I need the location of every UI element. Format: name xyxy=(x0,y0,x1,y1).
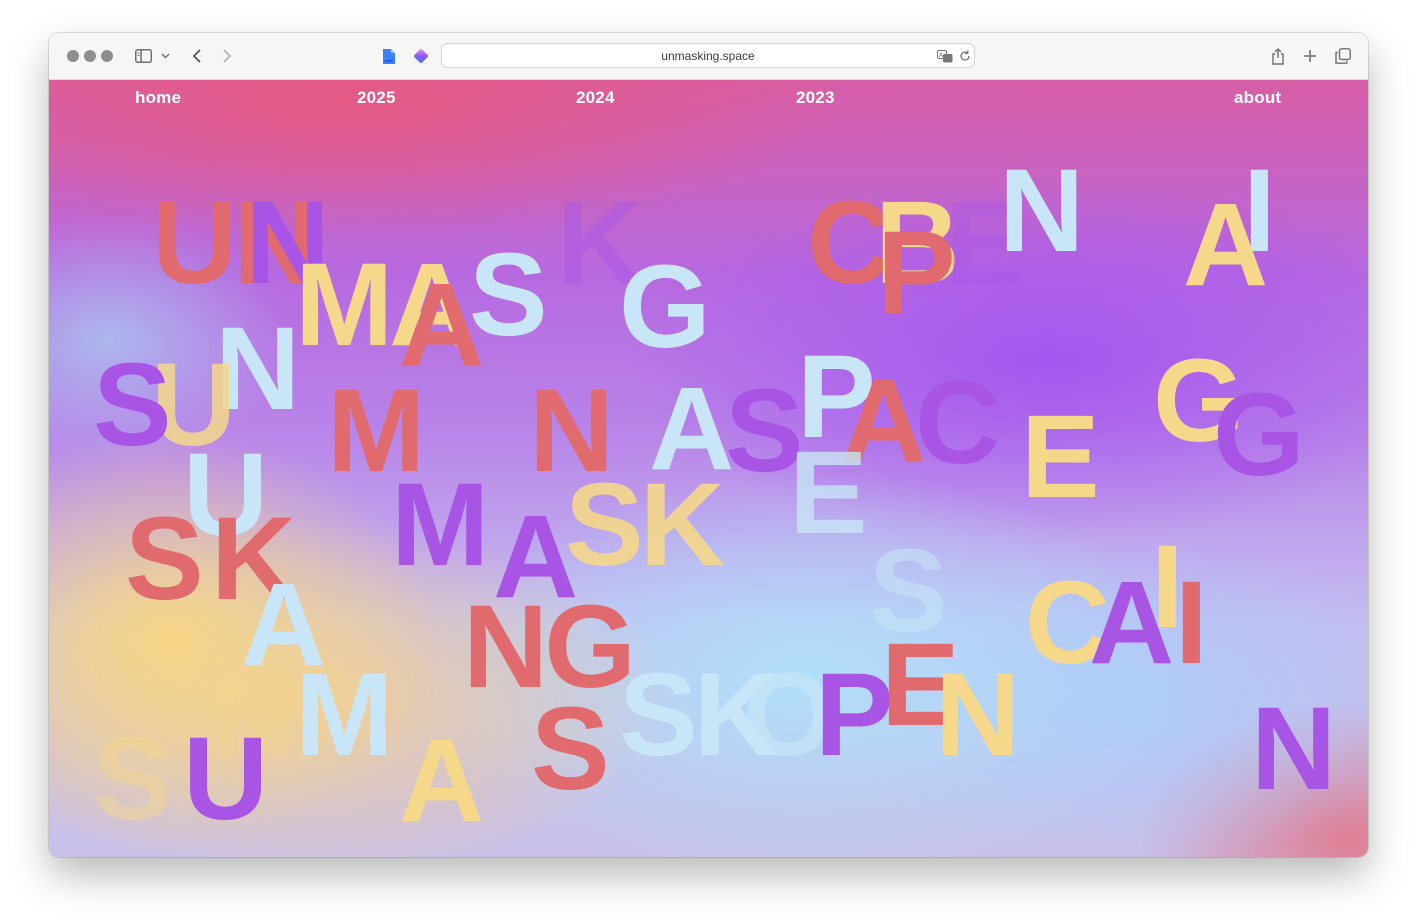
floating-letter: M xyxy=(295,649,393,781)
floating-letter: S xyxy=(93,713,172,845)
nav-2023-link[interactable]: 2023 xyxy=(796,88,835,108)
zoom-window-icon[interactable] xyxy=(101,50,113,62)
chevron-down-icon[interactable] xyxy=(159,44,171,68)
floating-letter: M xyxy=(391,459,489,591)
minimize-window-icon[interactable] xyxy=(84,50,96,62)
floating-letter: G xyxy=(1213,369,1305,501)
floating-letter: S xyxy=(469,229,548,361)
floating-letter: U xyxy=(183,713,268,845)
new-tab-icon[interactable] xyxy=(1300,44,1320,68)
document-icon[interactable] xyxy=(380,44,398,68)
url-text: unmasking.space xyxy=(661,49,755,63)
floating-letter: N xyxy=(999,145,1084,277)
floating-letter: SK xyxy=(565,459,725,591)
browser-window: unmasking.space A home 2025 2024 2023 ab… xyxy=(49,33,1368,857)
floating-letter: I xyxy=(1175,557,1208,689)
nav-2025-link[interactable]: 2025 xyxy=(357,88,396,108)
floating-letter: I xyxy=(1243,145,1276,277)
floating-letter: P xyxy=(877,207,956,339)
floating-letter: P xyxy=(815,649,894,781)
floating-letter: S xyxy=(531,683,610,815)
floating-letter: S xyxy=(125,493,204,625)
floating-letter: A xyxy=(399,715,484,847)
floating-letter: N xyxy=(1251,683,1336,815)
floating-letter: S xyxy=(93,339,172,471)
floating-letter: E xyxy=(789,427,868,559)
tabs-overview-icon[interactable] xyxy=(1333,44,1353,68)
close-window-icon[interactable] xyxy=(67,50,79,62)
reload-icon[interactable] xyxy=(957,46,973,66)
forward-icon[interactable] xyxy=(218,44,236,68)
nav-2024-link[interactable]: 2024 xyxy=(576,88,615,108)
address-bar[interactable]: unmasking.space A xyxy=(441,43,975,68)
floating-letter: N xyxy=(935,649,1020,781)
share-icon[interactable] xyxy=(1268,44,1288,68)
back-icon[interactable] xyxy=(188,44,206,68)
translate-icon[interactable]: A xyxy=(936,46,954,66)
floating-letter: G xyxy=(619,241,711,373)
browser-toolbar: unmasking.space A xyxy=(49,33,1368,80)
nav-about-link[interactable]: about xyxy=(1234,88,1281,108)
floating-letter: E xyxy=(1021,391,1100,523)
extension-icon[interactable] xyxy=(411,44,431,68)
page-content: home 2025 2024 2023 about UN N K MA A S G C B P E N… xyxy=(49,80,1368,857)
sidebar-icon[interactable] xyxy=(133,44,153,68)
floating-letter: C xyxy=(915,357,1000,489)
nav-home-link[interactable]: home xyxy=(135,88,181,108)
